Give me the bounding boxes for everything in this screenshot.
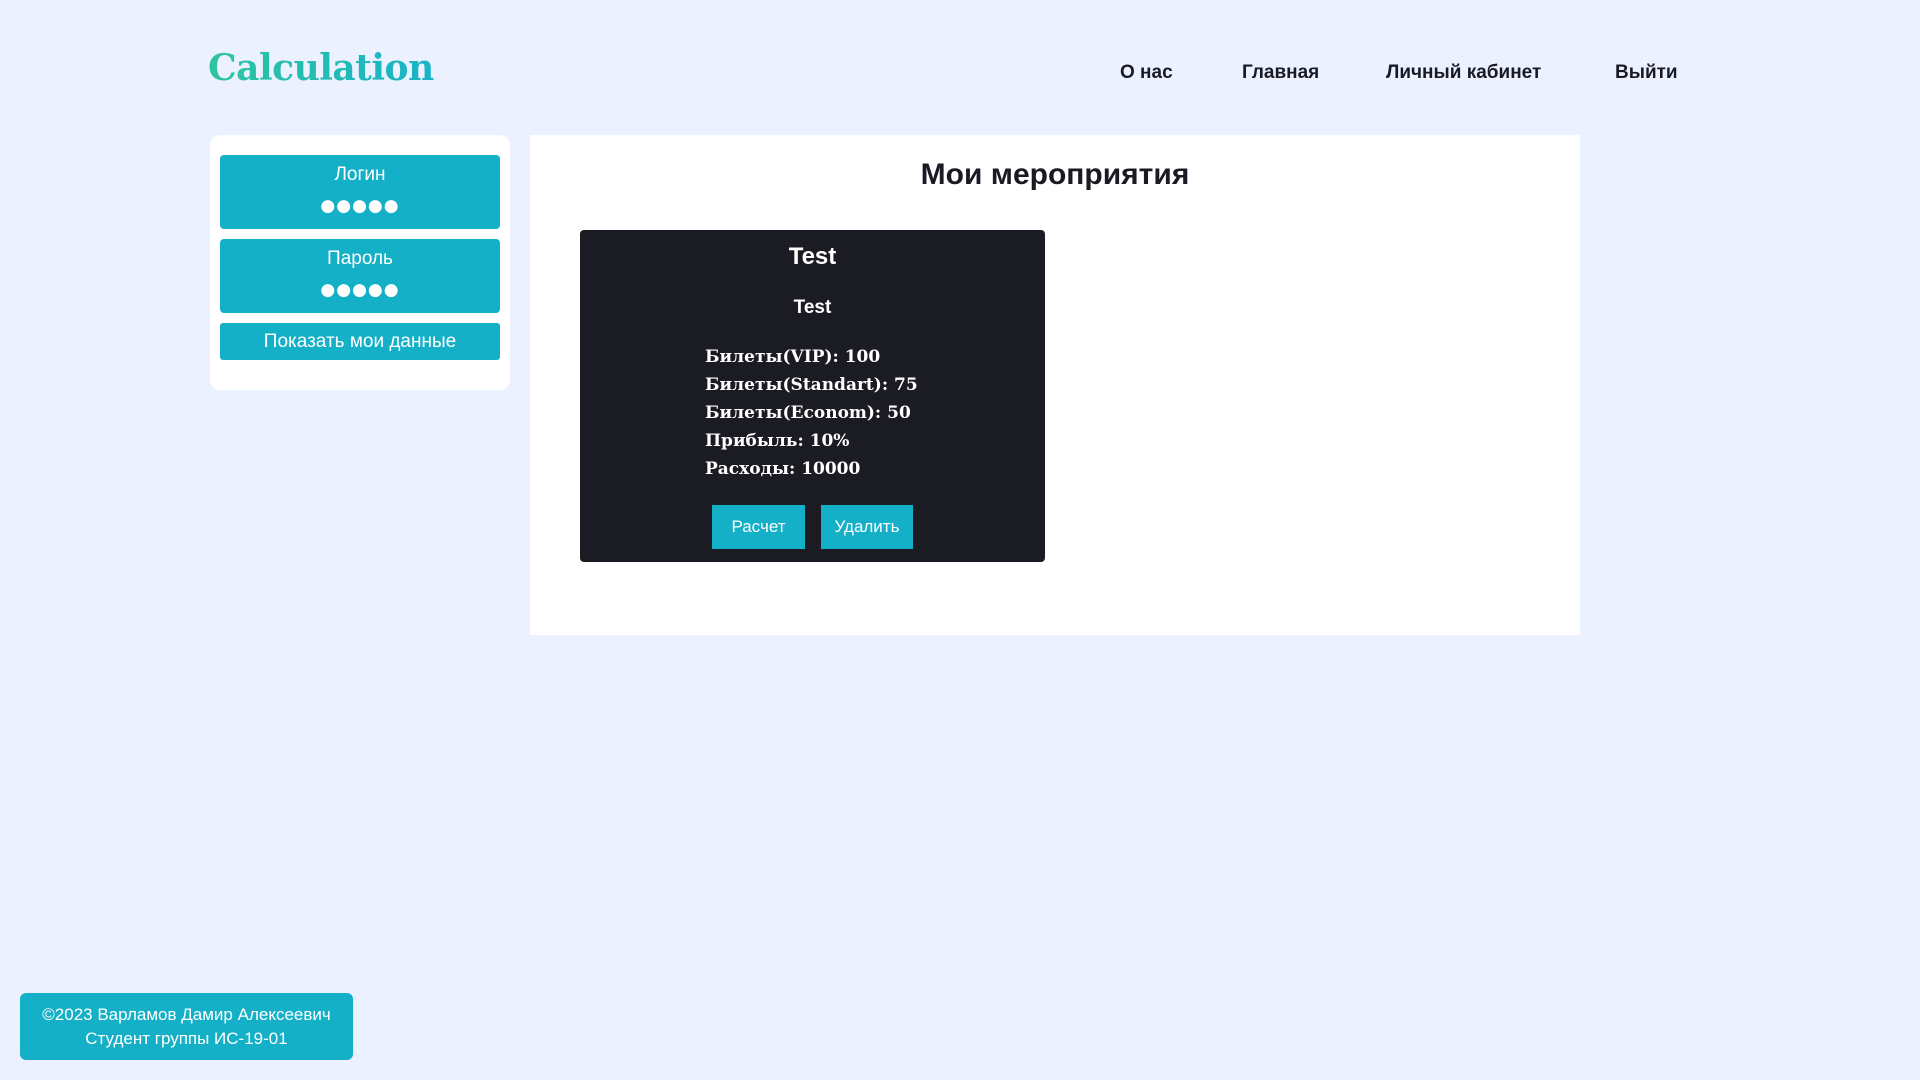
footer-group: Студент группы ИС-19-01 — [85, 1029, 288, 1048]
event-stats: Билеты(VIP): 100 Билеты(Standart): 75 Би… — [705, 343, 918, 483]
footer: ©2023 Варламов Дамир Алексеевич Студент … — [20, 993, 353, 1060]
event-card: Test Test Билеты(VIP): 100 Билеты(Standa… — [580, 230, 1045, 562]
page-title: Мои мероприятия — [920, 158, 1190, 191]
calculate-button[interactable]: Расчет — [712, 505, 805, 549]
stat-tickets-econom: Билеты(Econom): 50 — [705, 403, 911, 423]
footer-copyright: ©2023 Варламов Дамир Алексеевич — [42, 1005, 331, 1024]
stat-profit: Прибыль: 10% — [705, 431, 850, 451]
user-sidebar: Логин ●●●●● Пароль ●●●●● Показать мои да… — [210, 135, 510, 390]
login-value-masked: ●●●●● — [320, 196, 400, 216]
nav-link-home[interactable]: Главная — [1242, 58, 1319, 88]
nav-link-account[interactable]: Личный кабинет — [1386, 58, 1541, 88]
login-field: Логин ●●●●● — [220, 155, 500, 229]
stat-expenses: Расходы: 10000 — [705, 459, 861, 479]
delete-button[interactable]: Удалить — [821, 505, 913, 549]
event-description: Test — [793, 297, 832, 318]
password-label: Пароль — [327, 248, 393, 269]
stat-tickets-standart: Билеты(Standart): 75 — [705, 375, 918, 395]
password-field: Пароль ●●●●● — [220, 239, 500, 313]
main-nav: О нас Главная Личный кабинет Выйти — [0, 58, 1920, 88]
stat-tickets-vip: Билеты(VIP): 100 — [705, 347, 881, 367]
show-my-data-button[interactable]: Показать мои данные — [220, 323, 500, 360]
login-label: Логин — [334, 164, 386, 185]
nav-link-logout[interactable]: Выйти — [1615, 58, 1678, 88]
event-name: Test — [788, 243, 837, 270]
events-panel: Мои мероприятия Test Test Билеты(VIP): 1… — [530, 135, 1580, 635]
page: Calculation О нас Главная Личный кабинет… — [0, 0, 1920, 1080]
nav-link-about[interactable]: О нас — [1120, 58, 1173, 88]
password-value-masked: ●●●●● — [320, 280, 400, 300]
